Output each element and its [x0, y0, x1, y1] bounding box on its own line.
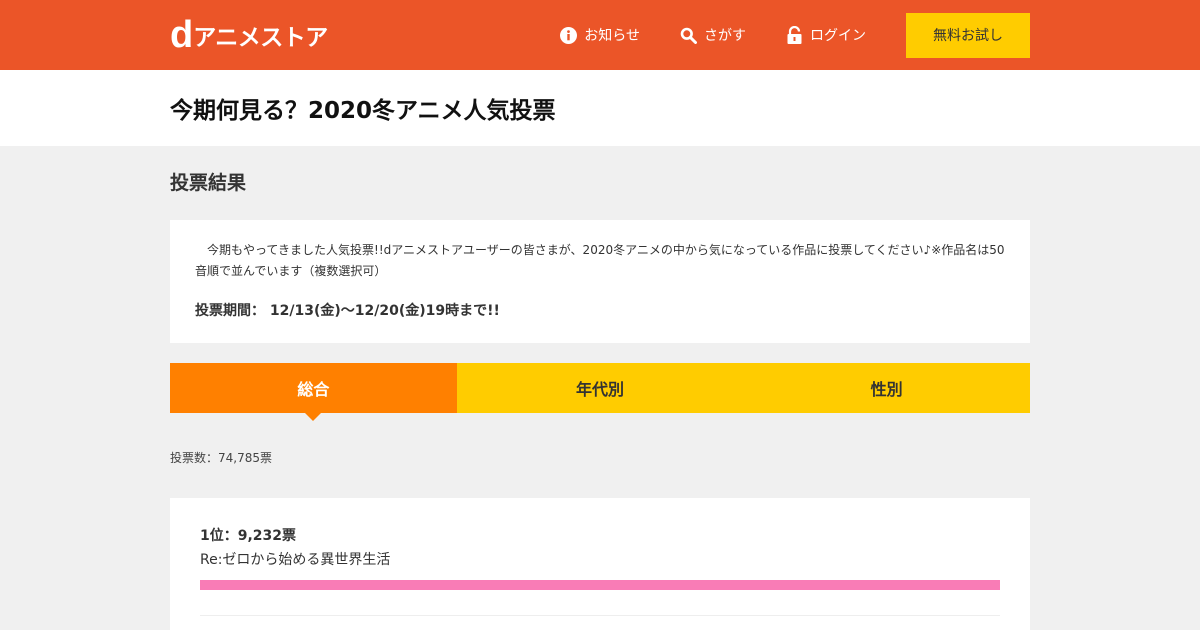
- free-trial-button[interactable]: 無料お試し: [906, 12, 1030, 58]
- title-bar: 今期何見る？2020冬アニメ人気投票: [0, 70, 1200, 146]
- nav-item-login[interactable]: ログイン: [786, 25, 866, 45]
- nav-label-news: お知らせ: [584, 28, 640, 44]
- ranking-list: 1位：9,232票 Re:ゼロから始める異世界生活: [170, 498, 1030, 630]
- result-tabs: 総合 年代別 性別: [170, 363, 1031, 421]
- rank-bar-fill: [200, 580, 1000, 590]
- main-content: 投票結果 今期もやってきました人気投票!!dアニメストアユーザーの皆さまが、20…: [170, 171, 1031, 630]
- rank-votes: 1位：9,232票: [200, 528, 297, 544]
- lock-icon: [787, 26, 802, 44]
- site-header: d アニメストア お知らせ さがす ログイン 無料お試し: [0, 0, 1200, 70]
- tab-by-gender[interactable]: 性別: [743, 363, 1031, 413]
- danimestore-logo[interactable]: d アニメストア: [170, 16, 328, 54]
- rank-anime-title: Re:ゼロから始める異世界生活: [200, 552, 391, 568]
- logo-d: d: [170, 14, 193, 56]
- vote-info-box: 今期もやってきました人気投票!!dアニメストアユーザーの皆さまが、2020冬アニ…: [170, 220, 1030, 343]
- header-nav: お知らせ さがす ログイン 無料お試し: [560, 12, 1030, 58]
- nav-item-news[interactable]: お知らせ: [560, 25, 640, 45]
- tab-overall[interactable]: 総合: [170, 363, 457, 421]
- nav-item-search[interactable]: さがす: [680, 25, 746, 45]
- results-heading: 投票結果: [170, 172, 247, 194]
- vote-period: 投票期間： 12/13(金)～12/20(金)19時まで!!: [195, 303, 500, 319]
- nav-label-search: さがす: [704, 28, 746, 44]
- vote-description: 今期もやってきました人気投票!!dアニメストアユーザーの皆さまが、2020冬アニ…: [195, 243, 1005, 278]
- search-icon: [680, 27, 697, 44]
- logo-text: アニメストア: [193, 25, 328, 51]
- page-title: 今期何見る？2020冬アニメ人気投票: [170, 98, 556, 124]
- nav-label-login: ログイン: [810, 28, 866, 44]
- rank-divider: [200, 615, 1000, 616]
- vote-total: 投票数：74,785票: [170, 451, 272, 465]
- tab-by-age[interactable]: 年代別: [456, 363, 744, 413]
- info-icon: [560, 26, 578, 44]
- ranking-item: 1位：9,232票 Re:ゼロから始める異世界生活: [200, 525, 1000, 616]
- rank-bar-track: [200, 580, 1000, 590]
